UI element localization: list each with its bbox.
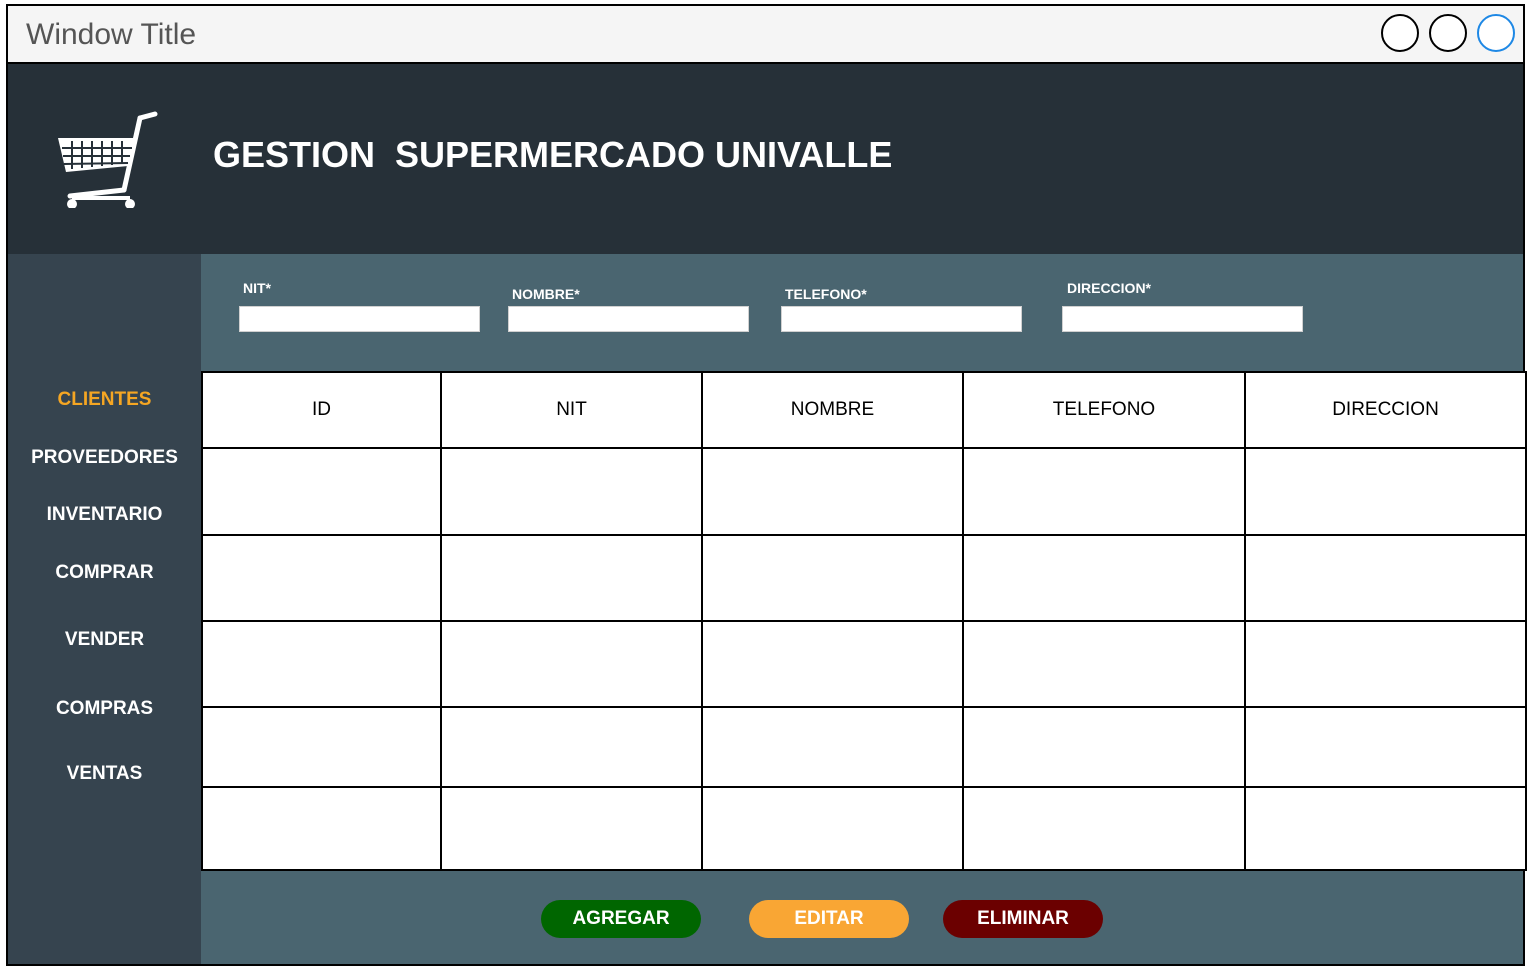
table-cell[interactable] <box>962 706 1246 788</box>
table-cell[interactable] <box>201 786 442 871</box>
table-cell[interactable] <box>201 534 442 622</box>
sidebar-item-inventario[interactable]: INVENTARIO <box>8 504 201 526</box>
table-cell[interactable] <box>701 447 964 536</box>
table-cell[interactable] <box>1244 620 1527 708</box>
table-cell[interactable] <box>701 620 964 708</box>
window-title: Window Title <box>26 18 197 51</box>
app-window: Window Title GESTION SUPERMERCADO UNIVAL… <box>6 4 1527 966</box>
table-cell[interactable] <box>1244 447 1527 536</box>
table-cell[interactable] <box>440 447 703 536</box>
table-cell[interactable] <box>440 534 703 622</box>
table-cell[interactable] <box>962 447 1246 536</box>
main-content: NIT* NOMBRE* TELEFONO* DIRECCION* ID NIT… <box>201 254 1527 964</box>
column-header-nombre[interactable]: NOMBRE <box>701 371 964 449</box>
table-cell[interactable] <box>962 620 1246 708</box>
table-cell[interactable] <box>962 786 1246 871</box>
sidebar-item-compras[interactable]: COMPRAS <box>8 698 201 720</box>
sidebar-item-ventas[interactable]: VENTAS <box>8 763 201 785</box>
table-cell[interactable] <box>701 706 964 788</box>
sidebar-item-vender[interactable]: VENDER <box>8 629 201 651</box>
sidebar-item-clientes[interactable]: CLIENTES <box>8 389 201 411</box>
table-cell[interactable] <box>701 786 964 871</box>
table-cell[interactable] <box>201 620 442 708</box>
nit-label: NIT* <box>243 280 271 296</box>
table-cell[interactable] <box>1244 706 1527 788</box>
edit-button[interactable]: EDITAR <box>749 900 909 938</box>
sidebar-item-comprar[interactable]: COMPRAR <box>8 562 201 584</box>
table-cell[interactable] <box>201 706 442 788</box>
minimize-button[interactable] <box>1381 14 1419 52</box>
table-cell[interactable] <box>440 706 703 788</box>
table-row[interactable] <box>201 706 1527 788</box>
direccion-field[interactable] <box>1062 306 1303 332</box>
column-header-telefono[interactable]: TELEFONO <box>962 371 1246 449</box>
app-title: GESTION SUPERMERCADO UNIVALLE <box>213 134 893 175</box>
nombre-field[interactable] <box>508 306 749 332</box>
title-bar: Window Title <box>8 6 1523 64</box>
add-button[interactable]: AGREGAR <box>541 900 701 938</box>
direccion-label: DIRECCION* <box>1067 280 1152 296</box>
table-cell[interactable] <box>440 786 703 871</box>
table-cell[interactable] <box>1244 786 1527 871</box>
table-row[interactable] <box>201 786 1527 871</box>
delete-button[interactable]: ELIMINAR <box>943 900 1103 938</box>
close-button[interactable] <box>1477 14 1515 52</box>
table-cell[interactable] <box>701 534 964 622</box>
nombre-label: NOMBRE* <box>512 286 580 302</box>
table-cell[interactable] <box>1244 534 1527 622</box>
table-row[interactable] <box>201 620 1527 708</box>
clients-table: ID NIT NOMBRE TELEFONO DIRECCION <box>201 371 1527 871</box>
table-header-row: ID NIT NOMBRE TELEFONO DIRECCION <box>201 371 1527 449</box>
column-header-id[interactable]: ID <box>201 371 442 449</box>
sidebar-item-proveedores[interactable]: PROVEEDORES <box>8 447 201 469</box>
sidebar: CLIENTES PROVEEDORES INVENTARIO COMPRAR … <box>8 254 201 964</box>
app-header: GESTION SUPERMERCADO UNIVALLE <box>8 64 1523 254</box>
table-row[interactable] <box>201 447 1527 536</box>
table-cell[interactable] <box>962 534 1246 622</box>
table-cell[interactable] <box>201 447 442 536</box>
telefono-label: TELEFONO* <box>785 286 867 302</box>
table-row[interactable] <box>201 534 1527 622</box>
telefono-field[interactable] <box>781 306 1022 332</box>
column-header-direccion[interactable]: DIRECCION <box>1244 371 1527 449</box>
shopping-cart-icon <box>58 111 158 208</box>
table-cell[interactable] <box>440 620 703 708</box>
nit-field[interactable] <box>239 306 480 332</box>
maximize-button[interactable] <box>1429 14 1467 52</box>
column-header-nit[interactable]: NIT <box>440 371 703 449</box>
